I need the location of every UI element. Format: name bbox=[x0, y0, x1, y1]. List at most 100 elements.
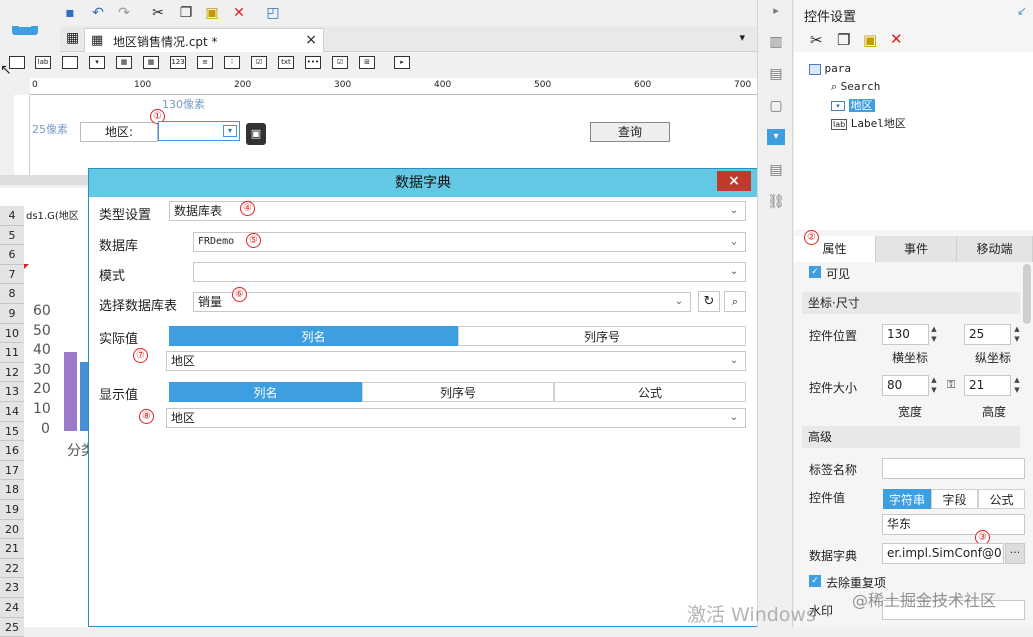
table-select[interactable]: 销量 ⌄ bbox=[193, 292, 691, 312]
param-label[interactable]: 地区: bbox=[80, 122, 158, 142]
checkbox-group-icon[interactable]: ☑ bbox=[251, 56, 267, 69]
button-widget-icon[interactable] bbox=[62, 56, 78, 69]
dict-edit-button[interactable]: ··· bbox=[1005, 543, 1025, 564]
tree-widget-icon[interactable]: ⊞ bbox=[359, 56, 375, 69]
chevron-down-icon[interactable]: ⌄ bbox=[671, 293, 687, 311]
pos-y-stepper[interactable]: ▲ ▼ bbox=[1011, 324, 1023, 345]
lock-icon[interactable]: ▣ bbox=[246, 123, 266, 145]
pos-x-input[interactable]: 130 bbox=[882, 324, 929, 345]
date-widget-icon[interactable]: ▦ bbox=[116, 56, 132, 69]
dialog-close-button[interactable]: × bbox=[717, 171, 751, 191]
chevron-down-icon[interactable]: ⌄ bbox=[726, 202, 742, 220]
number-widget-icon[interactable]: 123 bbox=[170, 56, 186, 69]
cut-icon[interactable]: ✂ bbox=[148, 3, 168, 23]
value-tab-string[interactable]: 字符串 bbox=[883, 489, 931, 509]
preview-table-button[interactable]: ⌕ bbox=[724, 291, 746, 312]
size-w-stepper[interactable]: ▲ ▼ bbox=[928, 375, 940, 396]
checkbox-widget-icon[interactable]: ☑ bbox=[332, 56, 348, 69]
chevron-down-icon[interactable]: ⌄ bbox=[726, 233, 742, 251]
row-header: 4 bbox=[0, 206, 24, 226]
lock-ratio-icon[interactable]: ⚿ bbox=[947, 378, 955, 392]
tree-item-label[interactable]: lab Label地区 bbox=[831, 115, 906, 131]
actual-tab-colname[interactable]: 列名 bbox=[169, 326, 458, 346]
display-tab-formula[interactable]: 公式 bbox=[554, 382, 746, 402]
pos-x-stepper[interactable]: ▲ ▼ bbox=[928, 324, 940, 345]
delete-icon[interactable]: ✕ bbox=[229, 3, 249, 23]
txt-widget-icon[interactable]: txt bbox=[278, 56, 294, 69]
preview-icon[interactable]: ◰ bbox=[263, 3, 283, 23]
cell-a4[interactable]: ds1.G(地区 bbox=[26, 207, 90, 225]
widget-settings-icon[interactable]: ▾ bbox=[767, 129, 785, 145]
chevron-down-icon[interactable]: ⌄ bbox=[726, 352, 742, 370]
cell-element-icon[interactable]: ▢ bbox=[767, 98, 785, 114]
layout-icon[interactable]: ▥ bbox=[767, 34, 785, 50]
close-tab-icon[interactable]: × bbox=[305, 32, 317, 48]
calendar-widget-icon[interactable]: ▦ bbox=[143, 56, 159, 69]
value-tab-field[interactable]: 字段 bbox=[931, 489, 978, 509]
panel-paste-icon[interactable]: ▣ bbox=[863, 31, 877, 49]
save-icon[interactable]: ▪ bbox=[60, 3, 80, 23]
value-tab-formula[interactable]: 公式 bbox=[978, 489, 1025, 509]
panel-delete-icon[interactable]: ✕ bbox=[890, 30, 903, 48]
paste-icon[interactable]: ▣ bbox=[202, 3, 222, 23]
combo-dropdown-icon[interactable]: ▾ bbox=[223, 125, 237, 137]
actual-tab-colindex[interactable]: 列序号 bbox=[458, 326, 746, 346]
document-tab[interactable]: ▦ 地区销售情况.cpt * × bbox=[84, 28, 324, 52]
mode-select[interactable]: ⌄ bbox=[193, 262, 746, 282]
dedupe-checkbox[interactable]: ✓ bbox=[809, 575, 821, 587]
display-tab-colindex[interactable]: 列序号 bbox=[362, 382, 554, 402]
grid-icon[interactable]: ▦ bbox=[66, 30, 82, 46]
dialog-title: 数据字典 bbox=[395, 175, 451, 191]
size-h-input[interactable]: 21 bbox=[964, 375, 1011, 396]
tree-item-search[interactable]: ⌕ Search bbox=[831, 80, 880, 94]
cell-attr-icon[interactable]: ▤ bbox=[767, 66, 785, 82]
copy-icon[interactable]: ❐ bbox=[176, 3, 196, 23]
coord-section[interactable]: 坐标·尺寸 bbox=[802, 292, 1020, 314]
tree-root[interactable]: para bbox=[809, 62, 851, 75]
combo-widget-icon[interactable]: ▾ bbox=[89, 56, 105, 69]
query-button-label: 查询 bbox=[617, 125, 642, 139]
tag-input[interactable] bbox=[882, 458, 1025, 479]
redo-icon[interactable]: ↷ bbox=[114, 3, 134, 23]
size-w-input[interactable]: 80 bbox=[882, 375, 929, 396]
tree-item-region[interactable]: ▾ 地区 bbox=[831, 97, 875, 113]
db-select[interactable]: FRDemo ⌄ bbox=[193, 232, 746, 252]
value-label: 控件值 bbox=[809, 491, 846, 505]
actual-value-select[interactable]: 地区 ⌄ bbox=[166, 351, 746, 371]
label-widget-icon[interactable]: lab bbox=[35, 56, 51, 69]
type-select[interactable]: 数据库表 ⌄ bbox=[169, 201, 746, 221]
display-tab-colname[interactable]: 列名 bbox=[169, 382, 362, 402]
query-button[interactable]: 查询 bbox=[590, 122, 670, 142]
condition-icon[interactable]: ▤ bbox=[767, 162, 785, 178]
tab-mobile[interactable]: 移动端 bbox=[957, 236, 1033, 262]
advanced-section[interactable]: 高级 bbox=[802, 426, 1020, 448]
chevron-down-icon[interactable]: ⌄ bbox=[726, 409, 742, 427]
radio-group-icon[interactable]: ⁝ bbox=[224, 56, 240, 69]
region-combo-widget[interactable]: ▾ bbox=[158, 121, 240, 141]
tab-menu-icon[interactable]: ▾ bbox=[739, 31, 745, 44]
pos-y-input[interactable]: 25 bbox=[964, 324, 1011, 345]
password-widget-icon[interactable]: ••• bbox=[305, 56, 321, 69]
row-header: 18 bbox=[0, 480, 24, 500]
more-widgets-icon[interactable]: ▸ bbox=[394, 56, 410, 69]
value-input[interactable]: 华东 bbox=[882, 514, 1025, 535]
tab-events[interactable]: 事件 bbox=[876, 236, 957, 262]
label-tree-icon: lab bbox=[831, 119, 848, 130]
chevron-down-icon[interactable]: ⌄ bbox=[726, 263, 742, 281]
undo-icon[interactable]: ↶ bbox=[88, 3, 108, 23]
main-toolbar: ▪ ↶ ↷ ✂ ❐ ▣ ✕ ◰ bbox=[0, 0, 757, 26]
row-header: 8 bbox=[0, 284, 24, 304]
panel-cut-icon[interactable]: ✂ bbox=[810, 31, 823, 49]
dict-input[interactable]: er.impl.SimConf@0]] bbox=[882, 543, 1004, 564]
visible-checkbox[interactable]: ✓ bbox=[809, 266, 821, 278]
pin-icon[interactable]: ↙ bbox=[1017, 4, 1027, 18]
display-value-select[interactable]: 地区 ⌄ bbox=[166, 408, 746, 428]
textarea-widget-icon[interactable]: ≡ bbox=[197, 56, 213, 69]
size-h-stepper[interactable]: ▲ ▼ bbox=[1011, 375, 1023, 396]
expand-arrow-icon[interactable]: ▸ bbox=[767, 4, 785, 20]
refresh-button[interactable]: ↻ bbox=[698, 291, 720, 312]
panel-copy-icon[interactable]: ❐ bbox=[837, 31, 850, 49]
actual-value-label: 实际值 bbox=[99, 332, 139, 347]
hyperlink-icon[interactable]: ⛓ bbox=[767, 194, 785, 210]
panel-scrollbar[interactable] bbox=[1023, 264, 1031, 324]
